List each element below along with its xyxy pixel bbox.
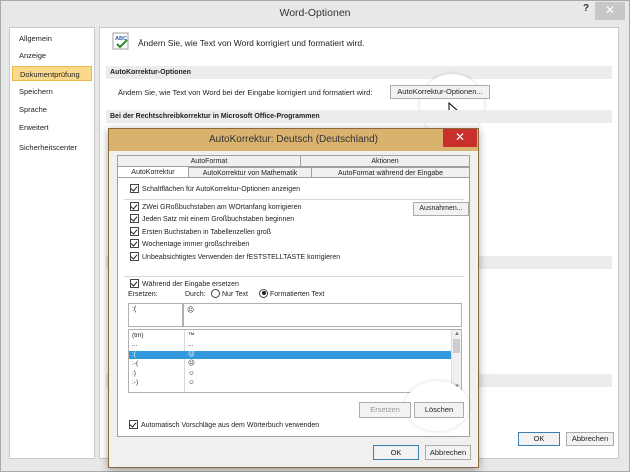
radio-label: Nur Text <box>222 291 248 298</box>
with-input[interactable]: ☹ <box>183 303 462 327</box>
list-item-replace: :-( <box>132 360 139 367</box>
sidebar-item-dokumentpruefung[interactable]: Dokumentprüfung <box>12 66 92 81</box>
close-button[interactable]: ✕ <box>595 2 625 20</box>
list-item-with: ☹ <box>188 360 195 367</box>
checkbox[interactable] <box>130 251 139 261</box>
option-label: Wochentage immer großschreiben <box>142 241 250 248</box>
replace-label: Ersetzen: <box>128 291 158 298</box>
list-item-replace: (tm) <box>132 332 144 339</box>
checkbox[interactable] <box>130 238 139 248</box>
tab-aktionen[interactable]: Aktionen <box>300 155 470 167</box>
list-item-with: ☺ <box>188 370 195 377</box>
list-item-with: ... <box>188 341 194 348</box>
show-buttons-option[interactable]: Schaltflächen für AutoKorrektur-Optionen… <box>130 183 300 196</box>
scroll-up-icon[interactable]: ▲ <box>454 331 460 337</box>
suggestions-option[interactable]: Automatisch Vorschläge aus dem Wörterbuc… <box>129 419 320 432</box>
radio-formatted-text[interactable]: Formatierten Text <box>259 288 325 301</box>
cancel-button[interactable]: Abbrechen <box>566 432 614 446</box>
window-title: Word-Optionen <box>279 7 351 19</box>
dialog-close-button[interactable]: ✕ <box>443 129 477 147</box>
list-scrollbar[interactable]: ▲ ▼ <box>451 330 461 392</box>
abc-proofing-icon: ABC <box>112 32 132 52</box>
list-item[interactable]: :-) ☺ <box>129 379 451 387</box>
divider <box>124 276 464 277</box>
list-item-selected[interactable]: :( ☹ <box>129 351 451 359</box>
radio-plain-text[interactable]: Nur Text <box>211 288 248 301</box>
list-item-replace: :-) <box>132 379 139 386</box>
sidebar-item-sprache[interactable]: Sprache <box>12 102 92 117</box>
with-label: Durch: <box>185 291 206 298</box>
sidebar-item-allgemein[interactable]: Allgemein <box>12 31 92 46</box>
dialog-ok-button[interactable]: OK <box>373 445 419 460</box>
option-capitalize-sentence[interactable]: Jeden Satz mit einem Großbuchstaben begi… <box>130 213 295 226</box>
list-item[interactable]: :) ☺ <box>129 370 451 378</box>
list-item[interactable]: (tm) ™ <box>129 332 451 340</box>
help-icon[interactable]: ? <box>579 1 593 19</box>
list-item-with: ☺ <box>188 379 195 386</box>
list-item-replace: :) <box>132 370 136 377</box>
delete-button[interactable]: Löschen <box>414 402 464 418</box>
replace-input[interactable]: :( <box>128 303 183 327</box>
list-item[interactable]: :-( ☹ <box>129 360 451 368</box>
option-capitalize-weekdays[interactable]: Wochentage immer großschreiben <box>130 238 250 251</box>
autocorrect-description: Ändern Sie, wie Text von Word bei der Ei… <box>118 88 373 97</box>
checkbox[interactable] <box>130 213 139 223</box>
list-item[interactable]: ... ... <box>129 341 451 349</box>
divider <box>124 199 464 200</box>
list-item-with: ☹ <box>188 351 195 358</box>
autocorrect-dialog: AutoKorrektur: Deutsch (Deutschland) ✕ A… <box>108 128 479 468</box>
scroll-thumb[interactable] <box>453 339 460 353</box>
radio-button[interactable] <box>211 288 220 298</box>
list-item-with: ™ <box>188 332 195 339</box>
option-two-initial-caps[interactable]: ZWei GRoßbuchstaben am WOrtanfang korrig… <box>130 201 302 214</box>
checkbox[interactable] <box>130 226 139 236</box>
checkbox[interactable] <box>130 183 139 193</box>
checkbox[interactable] <box>130 278 139 288</box>
section-autocorrect-heading: AutoKorrektur-Optionen <box>106 66 612 79</box>
option-label: Schaltflächen für AutoKorrektur-Optionen… <box>142 186 300 193</box>
list-item-replace: ... <box>132 341 138 348</box>
option-label: Während der Eingabe ersetzen <box>142 281 239 288</box>
list-item-replace: :( <box>132 351 136 358</box>
option-label: Automatisch Vorschläge aus dem Wörterbuc… <box>141 422 320 429</box>
checkbox[interactable] <box>130 201 139 211</box>
radio-button[interactable] <box>259 288 268 298</box>
options-sidebar: Allgemein Anzeige Dokumentprüfung Speich… <box>9 27 95 459</box>
intro-text: Ändern Sie, wie Text von Word korrigiert… <box>138 38 365 48</box>
sidebar-item-anzeige[interactable]: Anzeige <box>12 48 92 63</box>
dialog-title: AutoKorrektur: Deutsch (Deutschland) <box>209 134 378 145</box>
exceptions-button[interactable]: Ausnahmen... <box>413 202 469 216</box>
replacement-list[interactable]: (tm) ™ ... ... :( ☹ :-( ☹ :) ☺ :-) ☺ ▲ ▼ <box>128 329 462 393</box>
option-capitalize-table-cells[interactable]: Ersten Buchstaben in Tabellenzellen groß <box>130 226 272 239</box>
section-spelling-heading: Bei der Rechtschreibkorrektur in Microso… <box>106 110 612 123</box>
option-label: ZWei GRoßbuchstaben am WOrtanfang korrig… <box>142 204 302 211</box>
option-caps-lock[interactable]: Unbeabsichtigtes Verwenden der fESTSTELL… <box>130 251 341 264</box>
option-label: Jeden Satz mit einem Großbuchstaben begi… <box>142 216 295 223</box>
sidebar-item-sicherheitscenter[interactable]: Sicherheitscenter <box>12 140 92 155</box>
checkbox[interactable] <box>129 419 138 429</box>
ok-button[interactable]: OK <box>518 432 560 446</box>
autocorrect-options-button[interactable]: AutoKorrektur-Optionen... <box>390 85 490 99</box>
radio-label: Formatierten Text <box>270 291 325 298</box>
sidebar-item-speichern[interactable]: Speichern <box>12 84 92 99</box>
option-label: Unbeabsichtigtes Verwenden der fESTSTELL… <box>142 254 341 261</box>
dialog-cancel-button[interactable]: Abbrechen <box>425 445 471 460</box>
sidebar-item-erweitert[interactable]: Erweitert <box>12 120 92 135</box>
option-label: Ersten Buchstaben in Tabellenzellen groß <box>142 229 272 236</box>
replace-button[interactable]: Ersetzen <box>359 402 411 418</box>
